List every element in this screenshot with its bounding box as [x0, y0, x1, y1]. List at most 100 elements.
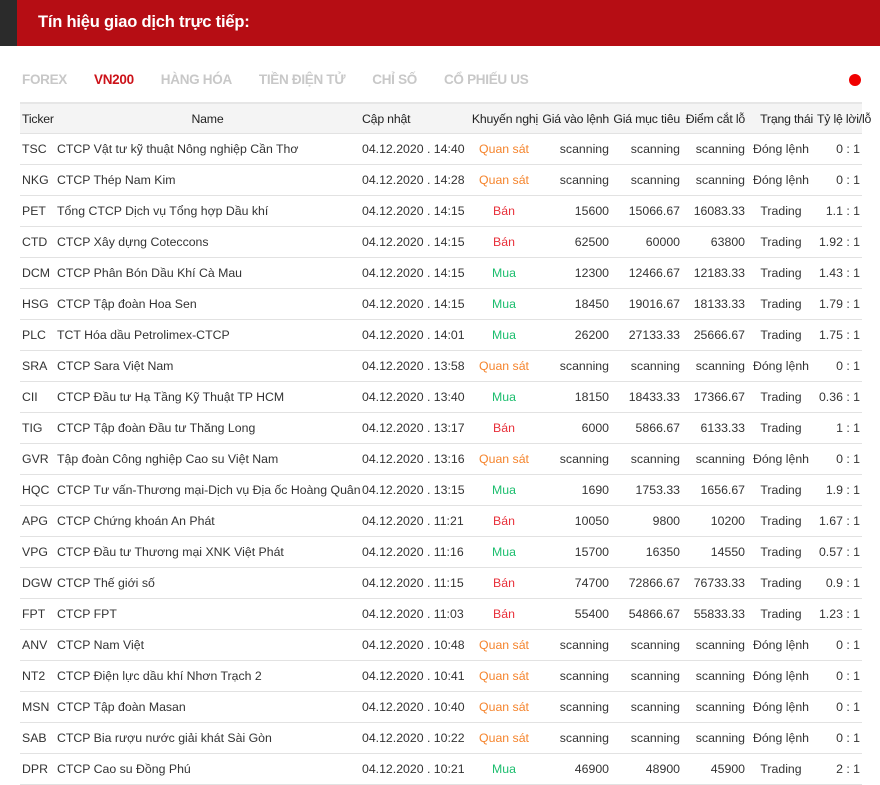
- table-row[interactable]: PLC TCT Hóa dầu Petrolimex-CTCP 04.12.2020…: [20, 319, 862, 351]
- status-cell: Đóng lệnh: [747, 164, 815, 196]
- recommendation-cell: Bán: [468, 412, 540, 444]
- status-cell: Đóng lệnh: [747, 691, 815, 723]
- recommendation-cell: Mua: [468, 257, 540, 289]
- ticker-cell: GVR: [20, 443, 55, 475]
- status-cell: Trading: [747, 598, 815, 630]
- table-row[interactable]: HSG CTCP Tập đoàn Hoa Sen 04.12.2020 . 14:…: [20, 288, 862, 320]
- target-price-cell: 19016.67: [611, 288, 682, 320]
- risk-reward-cell: 1.92 : 1: [815, 226, 862, 258]
- recommendation-cell: Quan sát: [468, 350, 540, 382]
- col-ticker[interactable]: Ticker: [20, 102, 55, 134]
- company-name-cell: CTCP Đầu tư Thương mại XNK Việt Phát: [55, 536, 360, 568]
- status-cell: Trading: [747, 319, 815, 351]
- entry-price-cell: scanning: [540, 629, 611, 661]
- table-row[interactable]: NT2 CTCP Điện lực dầu khí Nhơn Trạch 2 04.…: [20, 660, 862, 692]
- col-entry-price[interactable]: Giá vào lệnh: [540, 102, 611, 134]
- target-price-cell: scanning: [611, 722, 682, 754]
- updated-time-cell: 04.12.2020 . 13:58: [360, 350, 468, 382]
- market-tabs: FOREX VN200 HÀNG HÓA TIỀN ĐIỆN TỬ CHỈ SỐ…: [22, 72, 555, 87]
- risk-reward-cell: 1.43 : 1: [815, 257, 862, 289]
- risk-reward-cell: 0 : 1: [815, 722, 862, 754]
- recommendation-cell: Bán: [468, 567, 540, 599]
- status-cell: Trading: [747, 226, 815, 258]
- recommendation-cell: Quan sát: [468, 164, 540, 196]
- table-row[interactable]: FPT CTCP FPT 04.12.2020 . 11:03 Bán 55400 548…: [20, 598, 862, 630]
- table-row[interactable]: MSN CTCP Tập đoàn Masan 04.12.2020 . 10:40…: [20, 691, 862, 723]
- stop-loss-cell: scanning: [682, 350, 747, 382]
- updated-time-cell: 04.12.2020 . 14:15: [360, 288, 468, 320]
- tab-tien-dien-tu[interactable]: TIỀN ĐIỆN TỬ: [259, 72, 346, 87]
- table-row[interactable]: CII CTCP Đầu tư Hạ Tầng Kỹ Thuật TP HCM 04…: [20, 381, 862, 413]
- table-row[interactable]: DGW CTCP Thế giới số 04.12.2020 . 11:15 Bán…: [20, 567, 862, 599]
- company-name-cell: TCT Hóa dầu Petrolimex-CTCP: [55, 319, 360, 351]
- entry-price-cell: 62500: [540, 226, 611, 258]
- recommendation-cell: Quan sát: [468, 660, 540, 692]
- company-name-cell: Tập đoàn Công nghiệp Cao su Việt Nam: [55, 443, 360, 475]
- risk-reward-cell: 1.9 : 1: [815, 474, 862, 506]
- updated-time-cell: 04.12.2020 . 10:48: [360, 629, 468, 661]
- table-row[interactable]: PET Tổng CTCP Dịch vụ Tổng hợp Dầu khí 04.…: [20, 195, 862, 227]
- status-cell: Trading: [747, 536, 815, 568]
- tab-co-phieu-us[interactable]: CỔ PHIẾU US: [444, 72, 529, 87]
- updated-time-cell: 04.12.2020 . 10:41: [360, 660, 468, 692]
- entry-price-cell: 26200: [540, 319, 611, 351]
- table-row[interactable]: DCM CTCP Phân Bón Dầu Khí Cà Mau 04.12.202…: [20, 257, 862, 289]
- recommendation-cell: Mua: [468, 288, 540, 320]
- target-price-cell: scanning: [611, 164, 682, 196]
- risk-reward-cell: 1.67 : 1: [815, 505, 862, 537]
- col-recommendation[interactable]: Khuyến nghị: [468, 102, 540, 134]
- recommendation-cell: Quan sát: [468, 629, 540, 661]
- tab-chi-so[interactable]: CHỈ SỐ: [372, 72, 417, 87]
- table-row[interactable]: TIG CTCP Tập đoàn Đầu tư Thăng Long 04.12.…: [20, 412, 862, 444]
- company-name-cell: CTCP FPT: [55, 598, 360, 630]
- stop-loss-cell: 1656.67: [682, 474, 747, 506]
- table-row[interactable]: HQC CTCP Tư vấn-Thương mại-Dịch vụ Địa ốc…: [20, 474, 862, 506]
- stop-loss-cell: scanning: [682, 133, 747, 165]
- target-price-cell: scanning: [611, 691, 682, 723]
- ticker-cell: TSC: [20, 133, 55, 165]
- ticker-cell: TIG: [20, 412, 55, 444]
- col-name[interactable]: Name: [55, 102, 360, 134]
- ticker-cell: DCM: [20, 257, 55, 289]
- recommendation-cell: Mua: [468, 319, 540, 351]
- table-row[interactable]: TSC CTCP Vật tư kỹ thuật Nông nghiệp Cần …: [20, 133, 862, 165]
- ticker-cell: SRA: [20, 350, 55, 382]
- tab-vn200[interactable]: VN200: [94, 72, 134, 87]
- recommendation-cell: Mua: [468, 381, 540, 413]
- recommendation-cell: Mua: [468, 536, 540, 568]
- table-row[interactable]: SAB CTCP Bia rượu nước giải khát Sài Gòn 0…: [20, 722, 862, 754]
- table-row[interactable]: APG CTCP Chứng khoán An Phát 04.12.2020 . …: [20, 505, 862, 537]
- table-row[interactable]: NKG CTCP Thép Nam Kim 04.12.2020 . 14:28 Qu…: [20, 164, 862, 196]
- entry-price-cell: scanning: [540, 443, 611, 475]
- col-stop-loss[interactable]: Điểm cắt lỗ: [682, 102, 747, 134]
- entry-price-cell: 55400: [540, 598, 611, 630]
- recommendation-cell: Quan sát: [468, 691, 540, 723]
- company-name-cell: CTCP Thép Nam Kim: [55, 164, 360, 196]
- updated-time-cell: 04.12.2020 . 13:40: [360, 381, 468, 413]
- entry-price-cell: scanning: [540, 133, 611, 165]
- tab-forex[interactable]: FOREX: [22, 72, 67, 87]
- col-risk-reward[interactable]: Tỷ lệ lời/lỗ: [815, 102, 871, 134]
- stop-loss-cell: scanning: [682, 722, 747, 754]
- updated-time-cell: 04.12.2020 . 13:16: [360, 443, 468, 475]
- updated-time-cell: 04.12.2020 . 14:28: [360, 164, 468, 196]
- col-status[interactable]: Trạng thái: [747, 102, 815, 134]
- company-name-cell: CTCP Tập đoàn Masan: [55, 691, 360, 723]
- risk-reward-cell: 0 : 1: [815, 629, 862, 661]
- live-indicator-icon: [849, 74, 861, 86]
- risk-reward-cell: 0 : 1: [815, 660, 862, 692]
- col-updated[interactable]: Cập nhật: [360, 102, 468, 134]
- table-row[interactable]: ANV CTCP Nam Việt 04.12.2020 . 10:48 Quan s…: [20, 629, 862, 661]
- target-price-cell: 18433.33: [611, 381, 682, 413]
- recommendation-cell: Quan sát: [468, 133, 540, 165]
- table-row[interactable]: SRA CTCP Sara Việt Nam 04.12.2020 . 13:58 Q…: [20, 350, 862, 382]
- table-row[interactable]: CTD CTCP Xây dựng Coteccons 04.12.2020 . 1…: [20, 226, 862, 258]
- updated-time-cell: 04.12.2020 . 14:40: [360, 133, 468, 165]
- table-row[interactable]: GVR Tập đoàn Công nghiệp Cao su Việt Nam 0…: [20, 443, 862, 475]
- col-target-price[interactable]: Giá mục tiêu: [611, 102, 682, 134]
- target-price-cell: 27133.33: [611, 319, 682, 351]
- tab-hang-hoa[interactable]: HÀNG HÓA: [161, 72, 232, 87]
- stop-loss-cell: 17366.67: [682, 381, 747, 413]
- stop-loss-cell: scanning: [682, 660, 747, 692]
- table-row[interactable]: VPG CTCP Đầu tư Thương mại XNK Việt Phát 0…: [20, 536, 862, 568]
